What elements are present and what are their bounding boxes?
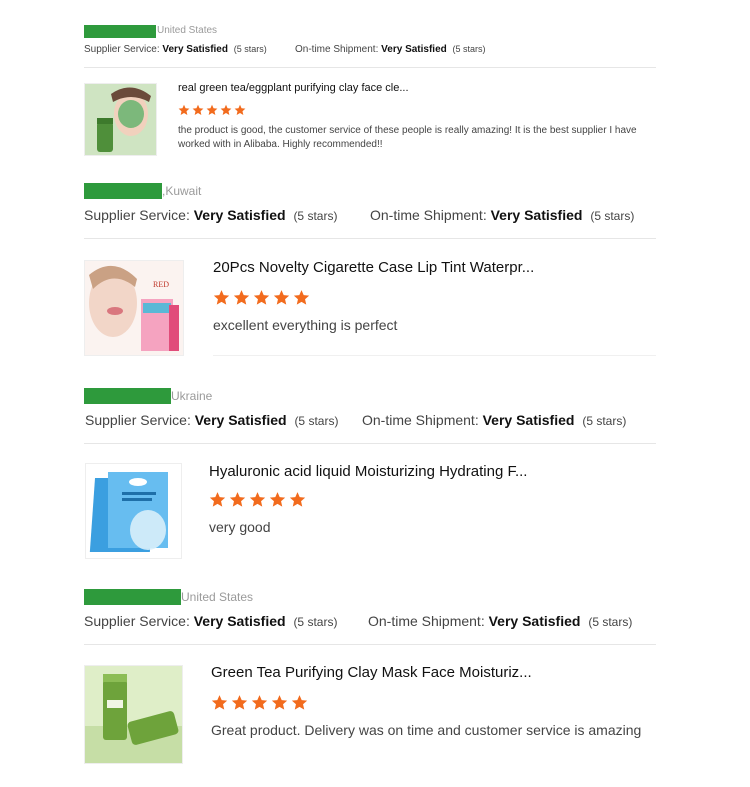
- star-icon: [192, 104, 204, 115]
- supplier-service-rating: Supplier Service: Very Satisfied (5 star…: [85, 412, 338, 428]
- product-thumbnail[interactable]: RED: [84, 260, 184, 356]
- supplier-service-stars: (5 stars): [293, 209, 338, 223]
- shipment-label: On-time Shipment:: [368, 613, 485, 629]
- star-icon: [253, 290, 270, 305]
- product-title[interactable]: real green tea/eggplant purifying clay f…: [178, 82, 438, 94]
- divider: [84, 67, 656, 68]
- star-icon: [220, 104, 232, 115]
- reviewer-country: ,Kuwait: [162, 184, 202, 198]
- reviewer-country: Ukraine: [171, 389, 213, 403]
- star-icon: [273, 290, 290, 305]
- shipment-label: On-time Shipment:: [370, 207, 487, 223]
- shipment-value: Very Satisfied: [381, 44, 447, 55]
- star-icon: [211, 695, 228, 710]
- product-thumbnail[interactable]: [85, 463, 182, 559]
- product-thumbnail[interactable]: [84, 83, 157, 156]
- star-icon: [231, 695, 248, 710]
- supplier-service-rating: Supplier Service: Very Satisfied (5 star…: [84, 613, 337, 629]
- supplier-service-value: Very Satisfied: [194, 412, 287, 428]
- supplier-service-value: Very Satisfied: [193, 613, 286, 629]
- product-title[interactable]: Hyaluronic acid liquid Moisturizing Hydr…: [209, 463, 629, 480]
- star-icon: [269, 492, 286, 507]
- supplier-service-label: Supplier Service:: [85, 412, 191, 428]
- product-thumbnail[interactable]: [84, 665, 183, 764]
- divider: [84, 644, 656, 645]
- supplier-service-value: Very Satisfied: [162, 44, 228, 55]
- supplier-service-label: Supplier Service:: [84, 207, 190, 223]
- redacted-name: [84, 25, 156, 38]
- star-icon: [206, 104, 218, 115]
- reviewer-country: United States: [181, 590, 254, 604]
- shipment-rating: On-time Shipment: Very Satisfied (5 star…: [370, 207, 634, 223]
- reviewer-country: United States: [157, 25, 218, 36]
- supplier-service-label: Supplier Service:: [84, 613, 190, 629]
- supplier-service-stars: (5 stars): [294, 414, 339, 428]
- star-icon: [291, 695, 308, 710]
- review-text: very good: [209, 519, 271, 535]
- review-text: excellent everything is perfect: [213, 317, 398, 333]
- divider: [84, 443, 656, 444]
- shipment-rating: On-time Shipment: Very Satisfied (5 star…: [368, 613, 632, 629]
- shipment-label: On-time Shipment:: [295, 44, 379, 55]
- shipment-value: Very Satisfied: [490, 207, 583, 223]
- supplier-service-rating: Supplier Service: Very Satisfied (5 star…: [84, 207, 337, 223]
- shipment-stars: (5 stars): [588, 615, 633, 629]
- star-icon: [271, 695, 288, 710]
- redacted-name: [84, 183, 162, 199]
- review-text: the product is good, the customer servic…: [178, 125, 637, 150]
- star-icon: [234, 104, 246, 115]
- supplier-service-stars: (5 stars): [233, 44, 267, 54]
- star-icon: [251, 695, 268, 710]
- review-text: Great product. Delivery was on time and …: [211, 722, 642, 738]
- product-title[interactable]: Green Tea Purifying Clay Mask Face Moist…: [211, 664, 631, 681]
- supplier-service-stars: (5 stars): [293, 615, 338, 629]
- rating-stars: [211, 694, 308, 711]
- rating-stars: [213, 289, 310, 306]
- redacted-name: [84, 589, 181, 605]
- product-image: [85, 84, 156, 155]
- supplier-service-value: Very Satisfied: [193, 207, 286, 223]
- divider: [213, 355, 656, 356]
- shipment-rating: On-time Shipment: Very Satisfied (5 star…: [362, 412, 626, 428]
- shipment-stars: (5 stars): [582, 414, 627, 428]
- supplier-service-rating: Supplier Service: Very Satisfied (5 star…: [84, 44, 267, 55]
- shipment-rating: On-time Shipment: Very Satisfied (5 star…: [295, 44, 486, 55]
- star-icon: [289, 492, 306, 507]
- rating-stars: [209, 491, 306, 508]
- shipment-value: Very Satisfied: [482, 412, 575, 428]
- shipment-stars: (5 stars): [452, 44, 486, 54]
- shipment-label: On-time Shipment:: [362, 412, 479, 428]
- redacted-name: [84, 388, 171, 404]
- star-icon: [229, 492, 246, 507]
- star-icon: [293, 290, 310, 305]
- divider: [84, 238, 656, 239]
- star-icon: [213, 290, 230, 305]
- star-icon: [209, 492, 226, 507]
- product-image: RED: [85, 261, 183, 355]
- star-icon: [249, 492, 266, 507]
- supplier-service-label: Supplier Service:: [84, 44, 160, 55]
- shipment-stars: (5 stars): [590, 209, 635, 223]
- rating-stars: [178, 104, 246, 116]
- shipment-value: Very Satisfied: [488, 613, 581, 629]
- star-icon: [178, 104, 190, 115]
- star-icon: [233, 290, 250, 305]
- product-title[interactable]: 20Pcs Novelty Cigarette Case Lip Tint Wa…: [213, 259, 633, 276]
- product-image: [85, 666, 182, 763]
- product-image: [86, 464, 181, 558]
- product-image-label: RED: [153, 280, 169, 289]
